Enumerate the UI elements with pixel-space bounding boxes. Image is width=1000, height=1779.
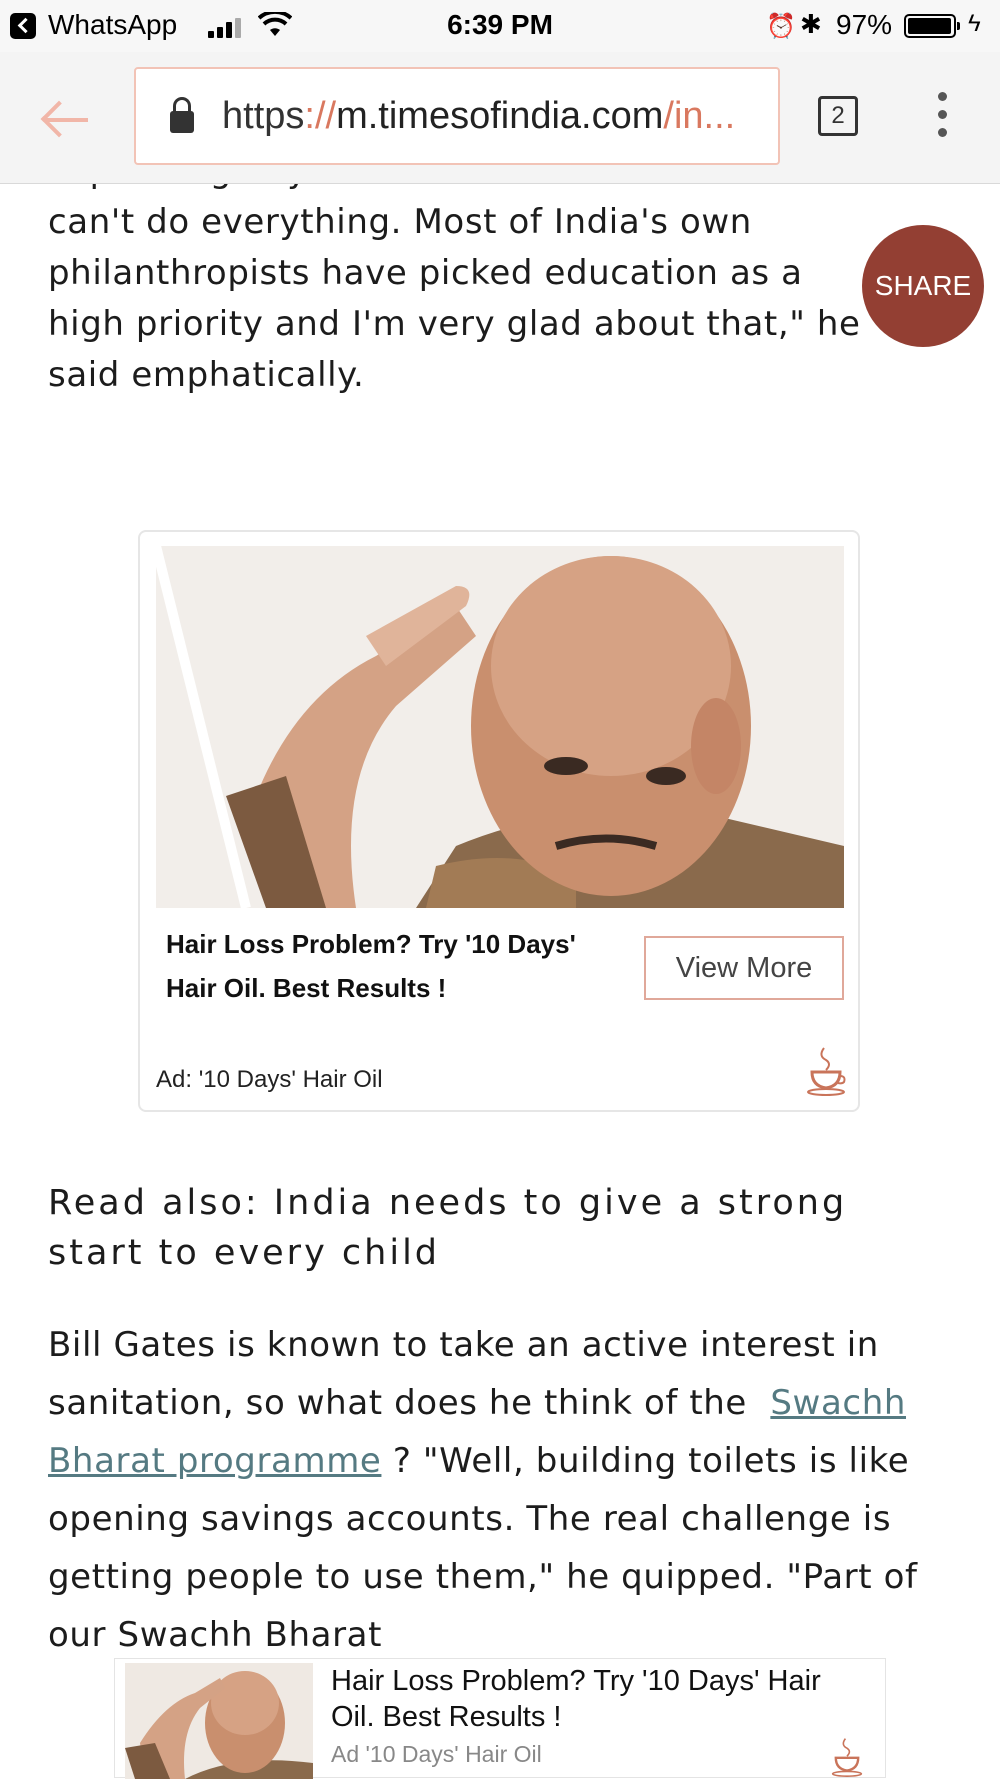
article-line: expanding beyond health into education? … xyxy=(48,151,861,191)
ad-title[interactable]: Hair Loss Problem? Try '10 Days' Hair Oi… xyxy=(166,922,586,1010)
ad-photo xyxy=(156,546,844,908)
article-paragraph: Bill Gates is known to take an active in… xyxy=(48,1316,968,1664)
charging-icon: ϟ xyxy=(968,10,981,37)
back-arrow-icon[interactable] xyxy=(40,98,94,142)
lock-icon xyxy=(170,97,194,133)
paragraph-text: Bill Gates is known to take an active in… xyxy=(48,1325,879,1423)
tab-switcher-button[interactable]: 2 xyxy=(818,96,858,136)
view-more-button[interactable]: View More xyxy=(644,936,844,1000)
coffee-cup-logo-icon xyxy=(831,1738,863,1777)
alarm-icon: ⏰ xyxy=(766,13,796,40)
article-line: philanthropists have picked education as… xyxy=(48,253,803,293)
overflow-menu-icon[interactable] xyxy=(936,92,948,142)
url-separator: :// xyxy=(304,94,337,137)
article-line: can't do everything. Most of India's own xyxy=(48,202,752,242)
url-scheme: https xyxy=(222,94,305,137)
bottom-ad-image[interactable] xyxy=(125,1663,313,1779)
status-bar: WhatsApp 6:39 PM ⏰ ✱ 97% ϟ xyxy=(0,0,1000,52)
ad-sponsor-label: Ad: '10 Days' Hair Oil xyxy=(156,1066,383,1093)
read-also-link[interactable]: Read also: India needs to give a strong … xyxy=(48,1178,948,1278)
bottom-ad-sponsor-label: Ad '10 Days' Hair Oil xyxy=(331,1741,542,1767)
share-button[interactable]: SHARE xyxy=(862,225,984,347)
battery-percent: 97% xyxy=(836,9,893,40)
url-host: m.timesofindia.com xyxy=(336,94,664,137)
ad-card[interactable]: Hair Loss Problem? Try '10 Days' Hair Oi… xyxy=(138,530,860,1112)
bottom-ad-photo xyxy=(125,1663,313,1779)
ad-image[interactable] xyxy=(156,546,844,908)
url-path: /in... xyxy=(663,94,736,137)
bluetooth-icon: ✱ xyxy=(800,9,822,39)
battery-icon xyxy=(904,14,960,38)
article-line: high priority and I'm very glad about th… xyxy=(48,304,861,344)
article-line: said emphatically. xyxy=(48,355,365,395)
article-paragraph: expanding beyond health into education? … xyxy=(48,146,928,401)
sticky-bottom-ad[interactable]: Hair Loss Problem? Try '10 Days' Hair Oi… xyxy=(114,1658,886,1779)
bottom-ad-title[interactable]: Hair Loss Problem? Try '10 Days' Hair Oi… xyxy=(331,1663,871,1735)
coffee-cup-logo-icon xyxy=(807,1047,846,1096)
